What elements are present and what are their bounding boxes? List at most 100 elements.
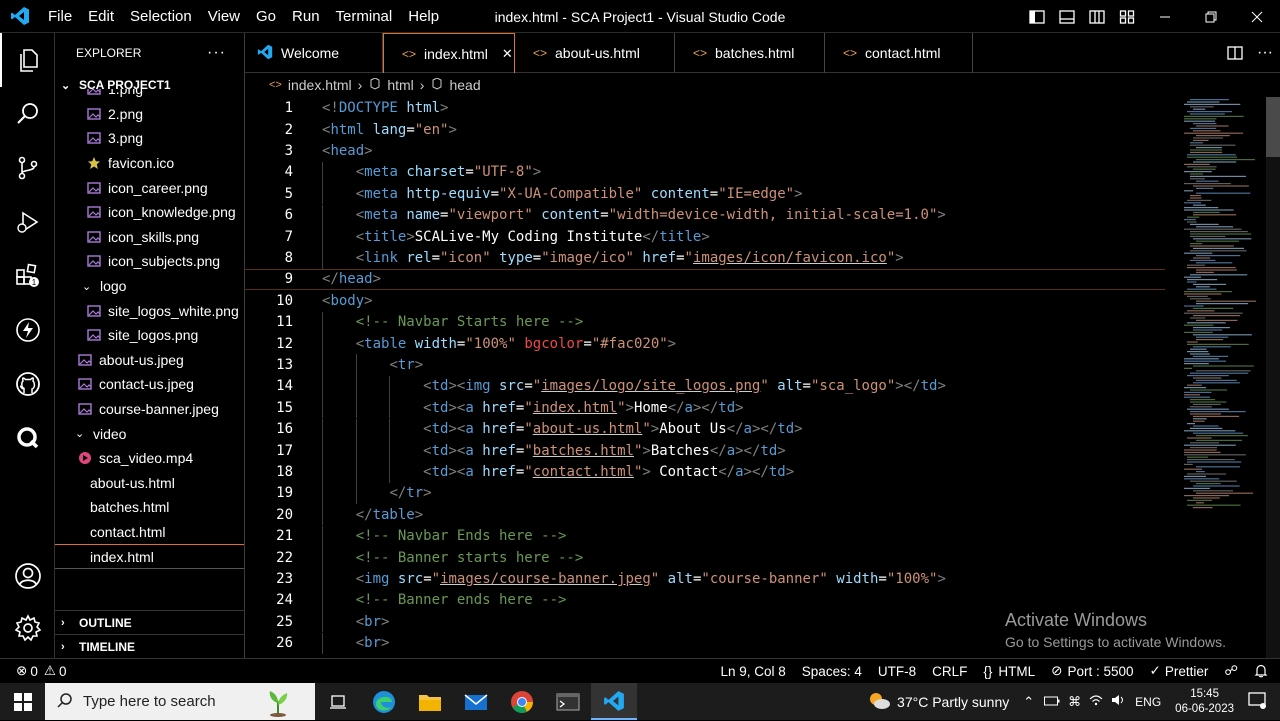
code-line[interactable]: 13 <tr>: [245, 354, 1165, 376]
code-line[interactable]: 19 </tr>: [245, 482, 1165, 505]
code-line[interactable]: 22 <!-- Banner starts here -->: [245, 546, 1165, 569]
tab-about-us-html[interactable]: <> about-us.html: [515, 33, 675, 73]
timeline-section[interactable]: › TIMELINE: [55, 634, 244, 658]
code-line[interactable]: 1 <!DOCTYPE html>: [245, 98, 1165, 119]
manage-gear-icon[interactable]: [0, 601, 55, 655]
code-line[interactable]: 9 </head>: [245, 268, 1165, 291]
accounts-icon[interactable]: [0, 549, 55, 603]
explorer-icon[interactable]: [0, 33, 55, 87]
tree-item[interactable]: course-banner.jpeg: [55, 397, 244, 422]
chrome-icon[interactable]: [499, 683, 545, 720]
code-line[interactable]: 24 <!-- Banner ends here -->: [245, 589, 1165, 612]
menu-run[interactable]: Run: [284, 0, 328, 33]
mail-icon[interactable]: [453, 683, 499, 720]
code-line[interactable]: 18 <td><a href="contact.html"> Contact</a…: [245, 461, 1165, 483]
prettier-status[interactable]: ✓ Prettier: [1142, 663, 1217, 679]
cursor-position[interactable]: Ln 9, Col 8: [713, 664, 794, 679]
tree-item[interactable]: about-us.jpeg: [55, 348, 244, 373]
code-line[interactable]: 7 <title>SCALive-My Coding Institute</tit…: [245, 225, 1165, 248]
menu-edit[interactable]: Edit: [80, 0, 122, 33]
scrollbar-thumb[interactable]: [1266, 97, 1280, 157]
tree-item[interactable]: ⌄ logo: [55, 274, 244, 299]
vertical-scrollbar[interactable]: [1266, 97, 1280, 658]
notifications-bell-icon[interactable]: [1246, 664, 1280, 678]
vscode-taskbar-icon[interactable]: [591, 683, 637, 720]
github-icon[interactable]: [0, 357, 55, 411]
tab-contact-html[interactable]: <> contact.html: [825, 33, 973, 73]
quokka-icon[interactable]: [0, 411, 55, 465]
tree-item[interactable]: 3.png: [55, 126, 244, 151]
tree-item[interactable]: icon_knowledge.png: [55, 200, 244, 225]
code-line[interactable]: 15 <td><a href="index.html">Home</a></td>: [245, 397, 1165, 419]
lightning-icon[interactable]: [0, 303, 55, 357]
code-line[interactable]: 2 <html lang="en">: [245, 119, 1165, 140]
code-line[interactable]: 16 <td><a href="about-us.html">About Us</…: [245, 418, 1165, 440]
tree-item[interactable]: site_logos.png: [55, 323, 244, 348]
menu-file[interactable]: File: [40, 0, 80, 33]
tree-item[interactable]: 2.png: [55, 102, 244, 127]
tab-index-html[interactable]: <> index.html ✕: [383, 33, 515, 73]
menu-help[interactable]: Help: [400, 0, 447, 33]
tab-Welcome[interactable]: Welcome: [245, 33, 383, 73]
windows-start-icon[interactable]: [0, 683, 45, 720]
tree-item[interactable]: site_logos_white.png: [55, 298, 244, 323]
file-explorer-icon[interactable]: [407, 683, 453, 720]
terminal-icon[interactable]: [545, 683, 591, 720]
taskbar-search-box[interactable]: Type here to search: [45, 683, 315, 720]
tree-item[interactable]: about-us.html: [55, 471, 244, 496]
tree-item[interactable]: contact-us.jpeg: [55, 372, 244, 397]
wifi-icon[interactable]: [1089, 694, 1103, 709]
language-indicator[interactable]: ENG: [1135, 695, 1161, 709]
restore-button[interactable]: [1188, 0, 1234, 33]
tree-item[interactable]: icon_subjects.png: [55, 249, 244, 274]
weather-icon[interactable]: [867, 690, 891, 713]
code-line[interactable]: 20 </table>: [245, 504, 1165, 526]
battery-icon[interactable]: [1044, 694, 1060, 709]
feedback-icon[interactable]: ☍: [1216, 663, 1246, 679]
toggle-primary-sidebar-icon[interactable]: [1022, 0, 1052, 33]
code-line[interactable]: 23 <img src="images/course-banner.jpeg" a…: [245, 568, 1165, 590]
chevron-up-icon[interactable]: ⌃: [1023, 694, 1034, 710]
code-line[interactable]: 5 <meta http-equiv="X-UA-Compatible" cont…: [245, 183, 1165, 205]
menu-view[interactable]: View: [200, 0, 248, 33]
code-line[interactable]: 14 <td><img src="images/logo/site_logos.p…: [245, 375, 1165, 398]
tree-item[interactable]: sca_video.mp4: [55, 446, 244, 471]
code-line[interactable]: 11 <!-- Navbar Starts here -->: [245, 311, 1165, 333]
minimap[interactable]: [1178, 97, 1268, 517]
clock[interactable]: 15:45 06-06-2023: [1175, 687, 1234, 717]
menu-go[interactable]: Go: [248, 0, 284, 33]
search-icon[interactable]: [0, 87, 55, 141]
line-endings[interactable]: CRLF: [924, 664, 975, 679]
code-editor[interactable]: 1 <!DOCTYPE html> 2 <html lang="en"> 3 <head>…: [245, 97, 1280, 658]
code-line[interactable]: 3 <head>: [245, 140, 1165, 161]
code-line[interactable]: 21 <!-- Navbar Ends here -->: [245, 525, 1165, 547]
close-window-button[interactable]: [1234, 0, 1280, 33]
close-tab-icon[interactable]: ✕: [502, 46, 513, 62]
outline-section[interactable]: › OUTLINE: [55, 610, 244, 634]
menu-terminal[interactable]: Terminal: [328, 0, 401, 33]
live-server-port[interactable]: ⊘ Port : 5500: [1043, 663, 1141, 679]
run-and-debug-icon[interactable]: [0, 195, 55, 249]
code-line[interactable]: 17 <td><a href="batches.html">Batches</a>…: [245, 439, 1165, 462]
minimize-button[interactable]: [1142, 0, 1188, 33]
problems-indicator[interactable]: ⊗ 0 ⚠ 0: [0, 663, 74, 679]
tab-batches-html[interactable]: <> batches.html: [675, 33, 825, 73]
source-control-icon[interactable]: [0, 141, 55, 195]
code-line[interactable]: 12 <table width="100%" bgcolor="#fac020">: [245, 332, 1165, 355]
encoding[interactable]: UTF-8: [870, 664, 924, 679]
toggle-secondary-sidebar-icon[interactable]: [1082, 0, 1112, 33]
split-editor-icon[interactable]: [1220, 45, 1250, 61]
weather-text[interactable]: 37°C Partly sunny: [897, 694, 1009, 710]
notification-center-icon[interactable]: [1248, 691, 1266, 712]
task-view-icon[interactable]: [315, 683, 361, 720]
tree-item[interactable]: icon_skills.png: [55, 225, 244, 250]
language-mode[interactable]: {} HTML: [975, 664, 1043, 679]
breadcrumb-item[interactable]: html: [387, 77, 413, 93]
extensions-icon[interactable]: 1: [0, 249, 55, 303]
more-actions-icon[interactable]: ···: [1250, 44, 1280, 62]
network-icon[interactable]: ⌘: [1068, 694, 1081, 710]
tree-item[interactable]: favicon.ico: [55, 151, 244, 176]
indentation[interactable]: Spaces: 4: [794, 664, 870, 679]
code-line[interactable]: 6 <meta name="viewport" content="width=de…: [245, 204, 1165, 226]
tree-item[interactable]: ⌄ video: [55, 421, 244, 446]
